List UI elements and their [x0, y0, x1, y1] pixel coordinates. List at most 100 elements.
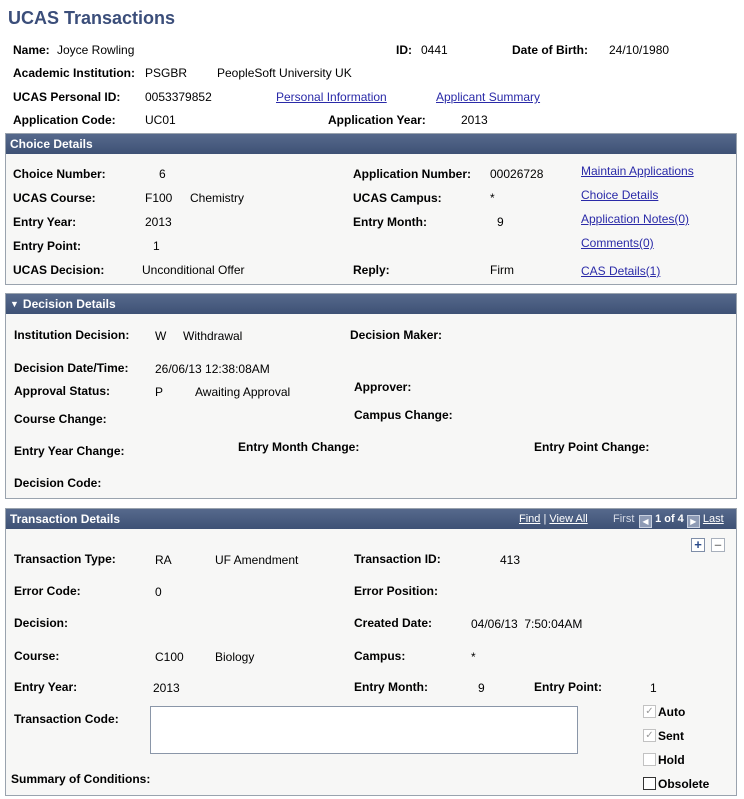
transaction-type-code: RA: [155, 553, 172, 567]
dob-value: 24/10/1980: [609, 43, 670, 57]
page-title: UCAS Transactions: [8, 8, 176, 28]
ucas-course-label: UCAS Course:: [13, 191, 96, 205]
id-label: ID:: [396, 43, 412, 57]
institution-code: PSGBR: [145, 66, 188, 80]
transaction-entry-year-label: Entry Year:: [14, 680, 78, 694]
error-code-label: Error Code:: [14, 584, 81, 598]
transaction-code-label: Transaction Code:: [14, 712, 119, 726]
name-label: Name:: [13, 43, 50, 57]
next-icon[interactable]: ▶: [686, 515, 700, 528]
ucas-course-name: Chemistry: [190, 191, 245, 205]
summary-of-conditions-label: Summary of Conditions:: [11, 772, 151, 786]
obsolete-label: Obsolete: [658, 777, 710, 791]
auto-checkbox[interactable]: ✓: [643, 705, 656, 718]
transaction-id: 413: [500, 553, 521, 567]
previous-icon[interactable]: ◀: [639, 515, 652, 528]
ucas-campus-label: UCAS Campus:: [353, 191, 442, 205]
entry-point-label: Entry Point:: [13, 239, 81, 253]
view-all-link[interactable]: View All: [549, 513, 587, 525]
entry-year-label: Entry Year:: [13, 215, 77, 229]
find-link[interactable]: Find: [519, 513, 540, 525]
campus-label: Campus:: [354, 649, 406, 663]
entry-month-label: Entry Month:: [353, 215, 427, 229]
decision-label: Decision:: [14, 616, 69, 630]
add-row-icon[interactable]: +: [691, 538, 705, 552]
application-number: 00026728: [490, 167, 544, 181]
error-position-label: Error Position:: [354, 584, 439, 598]
institution-name: PeopleSoft University UK: [217, 66, 352, 80]
cas-details-link[interactable]: CAS Details(1): [581, 264, 660, 278]
transaction-entry-month: 9: [478, 681, 485, 695]
reply-label: Reply:: [353, 263, 390, 277]
comments-link[interactable]: Comments(0): [581, 236, 654, 250]
entry-point: 1: [153, 239, 160, 253]
transaction-details-header: Transaction Details Find | View All Firs…: [6, 509, 736, 529]
ucas-decision-label: UCAS Decision:: [13, 263, 105, 277]
choice-details-header: Choice Details: [6, 134, 736, 154]
sent-label: Sent: [658, 729, 685, 743]
hold-checkbox[interactable]: [643, 753, 656, 766]
student-name: Joyce Rowling: [57, 43, 135, 57]
reply-value: Firm: [490, 263, 514, 277]
last-link[interactable]: Last: [703, 513, 724, 525]
choice-number-label: Choice Number:: [13, 167, 106, 181]
decision-code-label: Decision Code:: [14, 476, 102, 490]
decision-details-header[interactable]: ▼ Decision Details: [6, 294, 736, 314]
institution-decision-code: W: [155, 329, 167, 343]
obsolete-checkbox[interactable]: [643, 777, 656, 790]
decision-datetime: 26/06/13 12:38:08AM: [155, 362, 270, 376]
transaction-code-textarea[interactable]: [150, 706, 578, 754]
choice-number: 6: [159, 167, 166, 181]
ucas-personal-id: 0053379852: [145, 90, 212, 104]
campus-value: *: [471, 650, 476, 664]
first-label: First: [613, 513, 635, 525]
error-code: 0: [155, 585, 162, 599]
applicant-summary-link[interactable]: Applicant Summary: [436, 90, 540, 104]
transaction-entry-point-label: Entry Point:: [534, 680, 602, 694]
course-label: Course:: [14, 649, 60, 663]
application-notes-link[interactable]: Application Notes(0): [581, 212, 689, 226]
ucas-decision: Unconditional Offer: [142, 263, 245, 277]
application-code-label: Application Code:: [13, 113, 116, 127]
entry-point-change-label: Entry Point Change:: [534, 440, 650, 454]
application-year-label: Application Year:: [328, 113, 426, 127]
entry-month: 9: [497, 215, 504, 229]
application-year: 2013: [461, 113, 488, 127]
transaction-entry-point: 1: [650, 681, 657, 695]
created-date: 04/06/13 7:50:04AM: [471, 617, 583, 631]
course-code: C100: [155, 650, 184, 664]
created-date-label: Created Date:: [354, 616, 433, 630]
course-name: Biology: [215, 650, 255, 664]
collapse-triangle-icon[interactable]: ▼: [10, 294, 19, 314]
transaction-entry-year: 2013: [153, 681, 180, 695]
personal-information-link[interactable]: Personal Information: [276, 90, 387, 104]
maintain-applications-link[interactable]: Maintain Applications: [581, 164, 694, 178]
course-change-label: Course Change:: [14, 412, 107, 426]
decision-maker-label: Decision Maker:: [350, 328, 443, 342]
transaction-type: UF Amendment: [215, 553, 299, 567]
institution-decision: Withdrawal: [183, 329, 243, 343]
hold-label: Hold: [658, 753, 685, 767]
approver-label: Approver:: [354, 380, 412, 394]
entry-year-change-label: Entry Year Change:: [14, 444, 125, 458]
row-count: 1 of 4: [655, 513, 684, 525]
delete-row-icon[interactable]: –: [711, 538, 725, 552]
decision-datetime-label: Decision Date/Time:: [14, 361, 129, 375]
entry-year: 2013: [145, 215, 172, 229]
choice-details-link[interactable]: Choice Details: [581, 188, 658, 202]
application-code: UC01: [145, 113, 176, 127]
separator: |: [543, 513, 547, 525]
ucas-course-code: F100: [145, 191, 173, 205]
campus-change-label: Campus Change:: [354, 408, 453, 422]
sent-checkbox[interactable]: ✓: [643, 729, 656, 742]
institution-label: Academic Institution:: [13, 66, 136, 80]
application-number-label: Application Number:: [353, 167, 472, 181]
choice-details-title: Choice Details: [10, 137, 93, 151]
decision-details-panel: ▼ Decision Details: [5, 293, 737, 499]
ucas-personal-id-label: UCAS Personal ID:: [13, 90, 121, 104]
decision-details-title: Decision Details: [22, 297, 116, 311]
transaction-entry-month-label: Entry Month:: [354, 680, 428, 694]
transaction-details-title: Transaction Details: [10, 512, 121, 526]
transaction-type-label: Transaction Type:: [14, 552, 116, 566]
ucas-campus: *: [490, 191, 495, 205]
